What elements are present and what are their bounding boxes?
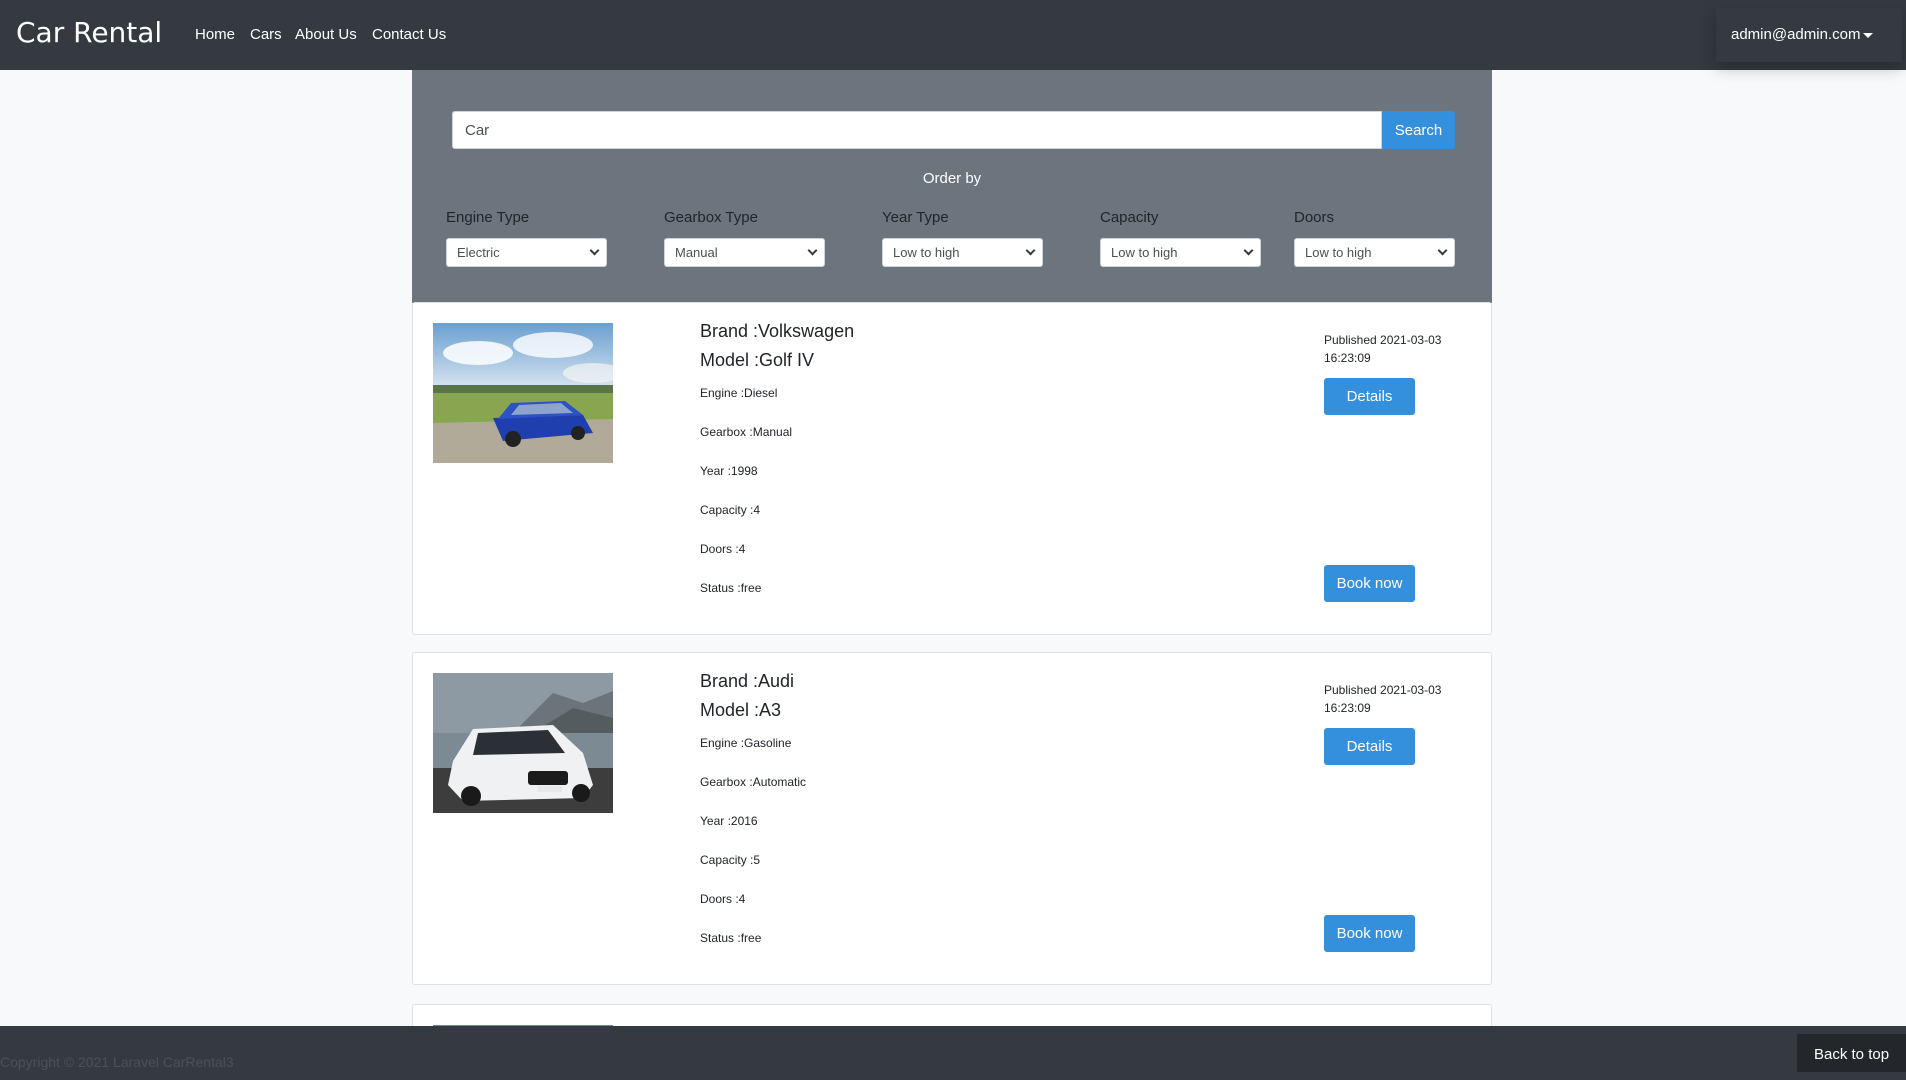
car-status: Status :free [700,581,762,595]
doors-label: Doors [1294,209,1335,226]
chevron-down-icon [1243,245,1254,256]
capacity-value: Low to high [1111,245,1178,260]
search-button[interactable]: Search [1382,111,1455,149]
capacity-label: Capacity [1100,209,1159,226]
car-card: Brand :Volkswagen Model :Golf IV Engine … [412,302,1492,635]
engine-type-select[interactable]: Electric [446,238,607,267]
copyright-text: Copyright © 2021 Laravel CarRental3 [0,1054,234,1070]
capacity-select[interactable]: Low to high [1100,238,1261,267]
doors-value: Low to high [1305,245,1372,260]
car-engine: Engine :Diesel [700,386,778,400]
gearbox-type-value: Manual [675,245,718,260]
chevron-down-icon [807,245,818,256]
chevron-down-icon [1025,245,1036,256]
car-status: Status :free [700,931,762,945]
year-type-select[interactable]: Low to high [882,238,1043,267]
nav-link-cars[interactable]: Cars [250,26,282,43]
car-brand: Brand :Audi [700,671,795,691]
car-doors: Doors :4 [700,892,746,906]
filter-panel: Search Order by Engine Type Electric Gea… [412,70,1492,303]
car-capacity: Capacity :4 [700,503,761,517]
navbar-brand[interactable]: Car Rental [16,16,162,49]
car-engine: Engine :Gasoline [700,736,792,750]
footer: Copyright © 2021 Laravel CarRental3 Back… [0,1026,1906,1080]
details-button[interactable]: Details [1324,728,1415,765]
car-year: Year :2016 [700,814,758,828]
details-button[interactable]: Details [1324,378,1415,415]
engine-type-value: Electric [457,245,500,260]
navbar: Car Rental Home Cars About Us Contact Us… [0,0,1906,70]
book-now-button[interactable]: Book now [1324,915,1415,952]
nav-link-home[interactable]: Home [195,26,235,43]
car-model: Model :Golf IV [700,350,815,370]
caret-down-icon [1863,33,1873,38]
nav-link-contact-us[interactable]: Contact Us [372,26,446,43]
car-doors: Doors :4 [700,542,746,556]
year-type-value: Low to high [893,245,960,260]
car-card: Brand :Audi Model :A3 Engine :Gasoline G… [412,652,1492,985]
car-year: Year :1998 [700,464,758,478]
user-email: admin@admin.com [1731,26,1861,43]
published-date: Published 2021-03-03 16:23:09 [1324,683,1442,715]
gearbox-type-select[interactable]: Manual [664,238,825,267]
engine-type-label: Engine Type [446,209,530,226]
book-now-button[interactable]: Book now [1324,565,1415,602]
published-date: Published 2021-03-03 16:23:09 [1324,333,1442,365]
car-brand: Brand :Volkswagen [700,321,855,341]
car-image [433,673,613,813]
car-gearbox: Gearbox :Automatic [700,775,807,789]
car-gearbox: Gearbox :Manual [700,425,793,439]
gearbox-type-label: Gearbox Type [664,209,758,226]
user-menu[interactable]: admin@admin.com [1716,8,1902,62]
search-input[interactable] [452,111,1382,149]
chevron-down-icon [1437,245,1448,256]
chevron-down-icon [589,245,600,256]
back-to-top-button[interactable]: Back to top [1797,1034,1906,1072]
order-by-title: Order by [922,170,982,187]
car-image [433,323,613,463]
car-capacity: Capacity :5 [700,853,761,867]
doors-select[interactable]: Low to high [1294,238,1455,267]
car-model: Model :A3 [700,700,782,720]
nav-link-about-us[interactable]: About Us [295,26,357,43]
year-type-label: Year Type [882,209,949,226]
